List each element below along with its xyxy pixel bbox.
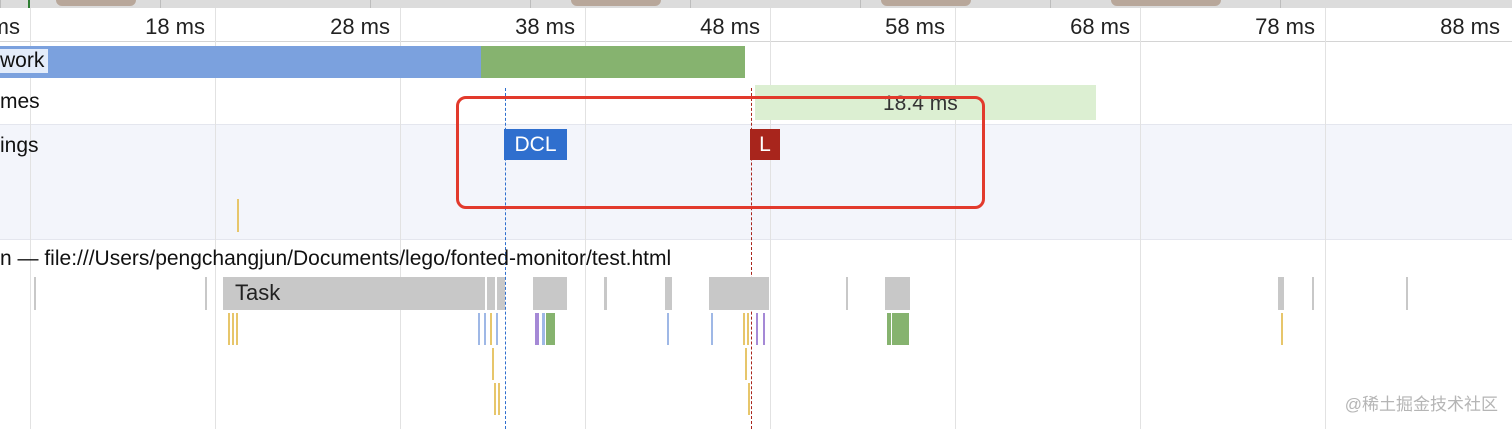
tick-label: 78 ms [1255, 14, 1315, 39]
call-slice[interactable] [236, 313, 238, 345]
task-block[interactable] [885, 277, 910, 310]
call-slice[interactable] [494, 383, 496, 415]
annotation-highlight-box [456, 96, 985, 209]
tick-label: ms [0, 14, 20, 39]
screenshot-thumbnail[interactable] [1050, 0, 1281, 8]
network-request-bar[interactable] [0, 46, 481, 78]
task-block[interactable] [1278, 277, 1284, 310]
main-thread-title[interactable]: n — file:///Users/pengchangjun/Documents… [0, 247, 671, 271]
task-label: Task [235, 280, 281, 305]
tick-label: 28 ms [330, 14, 390, 39]
task-block[interactable] [1312, 277, 1314, 310]
task-block[interactable] [846, 277, 848, 310]
grid-line [955, 8, 956, 429]
task-block[interactable] [497, 277, 505, 310]
task-block[interactable] [34, 277, 36, 310]
call-slice[interactable] [667, 313, 669, 345]
network-request-bar[interactable] [481, 46, 745, 78]
tick-label: 88 ms [1440, 14, 1500, 39]
grid-line [1140, 8, 1141, 429]
call-slice[interactable] [748, 383, 750, 415]
call-slice[interactable] [711, 313, 713, 345]
screenshot-thumbnail[interactable] [530, 0, 691, 8]
task-block[interactable] [1406, 277, 1408, 310]
screenshot-thumbnail[interactable] [160, 0, 371, 8]
screenshot-thumbnail[interactable] [0, 0, 161, 8]
call-slice[interactable] [887, 313, 891, 345]
filmstrip[interactable] [0, 0, 1512, 10]
grid-line [770, 8, 771, 429]
tick-label: 58 ms [885, 14, 945, 39]
grid-line [1325, 8, 1326, 429]
call-slice[interactable] [542, 313, 545, 345]
network-track-label[interactable]: work [0, 49, 49, 73]
call-slice[interactable] [1281, 313, 1283, 345]
watermark: @稀土掘金技术社区 [1344, 395, 1498, 414]
call-slice[interactable] [745, 348, 747, 380]
screenshot-thumbnail[interactable] [860, 0, 1051, 8]
call-slice[interactable] [747, 313, 749, 345]
task-block[interactable] [604, 277, 607, 310]
tick-label: 18 ms [145, 14, 205, 39]
event-tick[interactable] [237, 199, 239, 232]
task-block[interactable] [709, 277, 769, 310]
call-slice[interactable] [228, 313, 230, 345]
call-slice[interactable] [535, 313, 539, 345]
call-slice[interactable] [498, 383, 500, 415]
time-ruler[interactable]: ms 18 ms 28 ms 38 ms 48 ms 58 ms 68 ms 7… [0, 8, 1512, 42]
task-block[interactable] [205, 277, 207, 310]
call-slice[interactable] [756, 313, 758, 345]
task-block[interactable] [665, 277, 672, 310]
call-slice[interactable] [892, 313, 909, 345]
frames-track-label[interactable]: mes [0, 90, 40, 114]
call-slice[interactable] [763, 313, 765, 345]
tick-label: 38 ms [515, 14, 575, 39]
call-slice[interactable] [492, 348, 494, 380]
call-slice[interactable] [490, 313, 492, 345]
task-block[interactable]: Task [223, 277, 485, 310]
task-block[interactable] [487, 277, 495, 310]
call-slice[interactable] [232, 313, 234, 345]
call-slice[interactable] [478, 313, 480, 345]
call-slice[interactable] [484, 313, 486, 345]
call-slice[interactable] [743, 313, 745, 345]
timings-track-label[interactable]: ings [0, 134, 39, 158]
task-block[interactable] [533, 277, 567, 310]
call-slice[interactable] [496, 313, 498, 345]
screenshot-thumbnail[interactable] [370, 0, 531, 8]
call-slice[interactable] [546, 313, 555, 345]
tick-label: 68 ms [1070, 14, 1130, 39]
screenshot-thumbnail[interactable] [690, 0, 861, 8]
screenshot-thumbnail[interactable] [1280, 0, 1512, 8]
tick-label: 48 ms [700, 14, 760, 39]
